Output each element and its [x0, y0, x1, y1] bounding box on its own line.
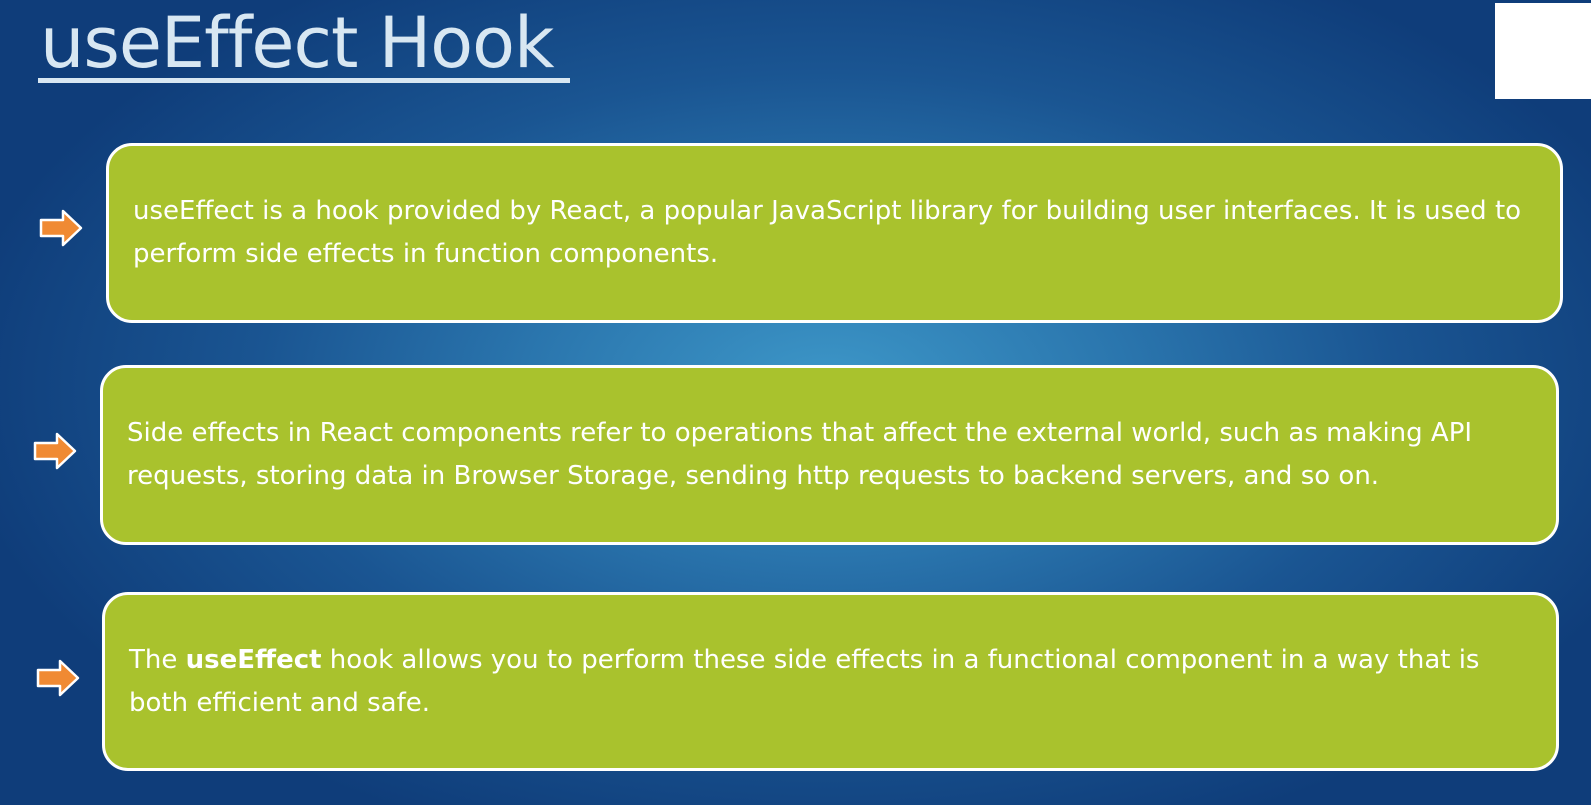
- title-underline: [38, 78, 570, 83]
- point-text-3: The useEffect hook allows you to perform…: [129, 639, 1532, 725]
- slide-title: useEffect Hook: [40, 2, 554, 84]
- right-arrow-icon: [39, 209, 83, 247]
- right-arrow-icon: [33, 432, 77, 470]
- point-card-2: Side effects in React components refer t…: [100, 365, 1559, 545]
- point-card-1: useEffect is a hook provided by React, a…: [106, 143, 1563, 323]
- right-arrow-icon: [36, 659, 80, 697]
- point-card-3: The useEffect hook allows you to perform…: [102, 592, 1559, 771]
- corner-overlay-box: [1495, 3, 1591, 99]
- point-text-3-prefix: The: [129, 644, 186, 675]
- point-text-2: Side effects in React components refer t…: [127, 418, 1473, 491]
- point-text-3-suffix: hook allows you to perform these side ef…: [129, 644, 1480, 718]
- point-text-3-keyword: useEffect: [185, 644, 322, 675]
- point-text-1: useEffect is a hook provided by React, a…: [133, 196, 1522, 269]
